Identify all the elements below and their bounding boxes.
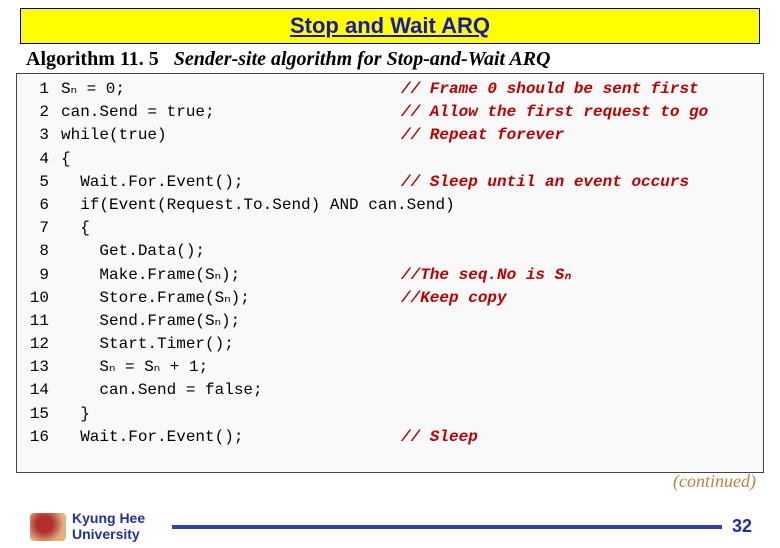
line-number: 6 bbox=[21, 194, 49, 217]
code-text: can.Send = false; bbox=[61, 379, 401, 402]
continued-label: (continued) bbox=[673, 471, 756, 492]
footer: Kyung Hee University 32 bbox=[0, 511, 780, 542]
university-name: Kyung Hee University bbox=[72, 511, 162, 542]
code-line: 9 Make.Frame(Sₙ);//The seq.No is Sₙ bbox=[21, 264, 751, 287]
line-number: 2 bbox=[21, 101, 49, 124]
code-text: { bbox=[61, 148, 401, 171]
code-line: 7 { bbox=[21, 217, 751, 240]
line-number: 14 bbox=[21, 379, 49, 402]
code-text: } bbox=[61, 403, 401, 426]
code-text: Store.Frame(Sₙ); bbox=[61, 287, 401, 310]
title-text: Stop and Wait ARQ bbox=[290, 13, 490, 38]
code-text: if(Event(Request.To.Send) AND can.Send) bbox=[61, 194, 455, 217]
code-line: 8 Get.Data(); bbox=[21, 240, 751, 263]
code-text: Send.Frame(Sₙ); bbox=[61, 310, 401, 333]
code-line: 12 Start.Timer(); bbox=[21, 333, 751, 356]
line-number: 10 bbox=[21, 287, 49, 310]
algorithm-heading: Algorithm 11. 5 Sender-site algorithm fo… bbox=[26, 48, 780, 71]
code-line: 13 Sₙ = Sₙ + 1; bbox=[21, 356, 751, 379]
code-text: Wait.For.Event(); bbox=[61, 171, 401, 194]
line-number: 16 bbox=[21, 426, 49, 449]
line-number: 4 bbox=[21, 148, 49, 171]
code-comment: // Repeat forever bbox=[401, 124, 751, 147]
line-number: 13 bbox=[21, 356, 49, 379]
code-text: Sₙ = 0; bbox=[61, 78, 401, 101]
code-line: 2 can.Send = true;// Allow the first requ… bbox=[21, 101, 751, 124]
code-line: 5 Wait.For.Event();// Sleep until an eve… bbox=[21, 171, 751, 194]
code-comment bbox=[401, 310, 751, 333]
university-logo bbox=[30, 513, 66, 541]
line-number: 15 bbox=[21, 403, 49, 426]
code-comment bbox=[401, 148, 751, 171]
code-comment bbox=[401, 356, 751, 379]
line-number: 3 bbox=[21, 124, 49, 147]
code-line: 3 while(true)// Repeat forever bbox=[21, 124, 751, 147]
code-comment bbox=[455, 194, 751, 217]
algorithm-label: Algorithm 11. 5 bbox=[26, 48, 159, 70]
code-comment: // Sleep bbox=[401, 426, 751, 449]
code-comment: //The seq.No is Sₙ bbox=[401, 264, 751, 287]
code-comment bbox=[401, 379, 751, 402]
code-comment bbox=[401, 403, 751, 426]
code-text: Wait.For.Event(); bbox=[61, 426, 401, 449]
line-number: 8 bbox=[21, 240, 49, 263]
uni-line1: Kyung Hee bbox=[72, 511, 162, 526]
code-comment bbox=[401, 217, 751, 240]
line-number: 11 bbox=[21, 310, 49, 333]
code-line: 11 Send.Frame(Sₙ); bbox=[21, 310, 751, 333]
code-comment bbox=[401, 240, 751, 263]
code-text: Get.Data(); bbox=[61, 240, 401, 263]
line-number: 1 bbox=[21, 78, 49, 101]
page-number: 32 bbox=[732, 516, 752, 537]
code-line: 10 Store.Frame(Sₙ);//Keep copy bbox=[21, 287, 751, 310]
code-listing: 1Sₙ = 0;// Frame 0 should be sent first2… bbox=[16, 73, 764, 473]
code-line: 1 Sₙ = 0;// Frame 0 should be sent first bbox=[21, 78, 751, 101]
code-line: 6 if(Event(Request.To.Send) AND can.Send… bbox=[21, 194, 751, 217]
code-text: can.Send = true; bbox=[61, 101, 401, 124]
code-line: 16 Wait.For.Event();// Sleep bbox=[21, 426, 751, 449]
code-comment: // Frame 0 should be sent first bbox=[401, 78, 751, 101]
line-number: 12 bbox=[21, 333, 49, 356]
code-comment: // Sleep until an event occurs bbox=[401, 171, 751, 194]
title-banner: Stop and Wait ARQ bbox=[20, 8, 760, 44]
code-comment: // Allow the first request to go bbox=[401, 101, 751, 124]
code-text: { bbox=[61, 217, 401, 240]
code-text: while(true) bbox=[61, 124, 401, 147]
algorithm-subtitle: Sender-site algorithm for Stop-and-Wait … bbox=[174, 48, 551, 70]
line-number: 7 bbox=[21, 217, 49, 240]
code-text: Sₙ = Sₙ + 1; bbox=[61, 356, 401, 379]
code-line: 15 } bbox=[21, 403, 751, 426]
footer-rule bbox=[172, 525, 722, 529]
line-number: 5 bbox=[21, 171, 49, 194]
code-text: Make.Frame(Sₙ); bbox=[61, 264, 401, 287]
code-line: 14 can.Send = false; bbox=[21, 379, 751, 402]
code-line: 4{ bbox=[21, 148, 751, 171]
code-comment: //Keep copy bbox=[401, 287, 751, 310]
code-comment bbox=[401, 333, 751, 356]
line-number: 9 bbox=[21, 264, 49, 287]
code-text: Start.Timer(); bbox=[61, 333, 401, 356]
